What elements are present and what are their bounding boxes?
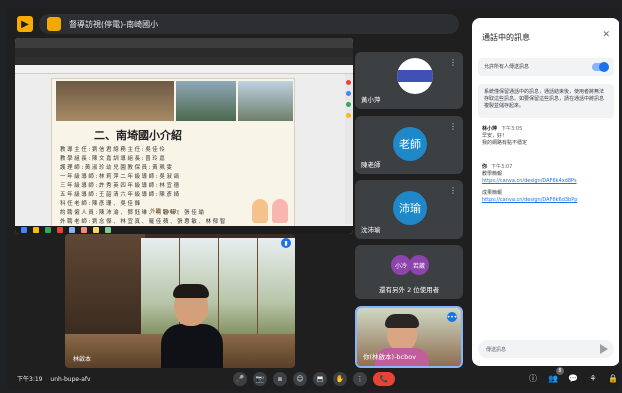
slide-line: 教 導 主 任 : 劉 信 君 總 務 主 任 : 吳 佳 伶 xyxy=(60,147,165,153)
slide-line: 約 聘 僱 人 員 : 陳 沛 渝 、 鄧 鈺 琳 、 柯 碧 茹 、 張 佳 … xyxy=(60,210,204,216)
participant-tile[interactable]: ⋮ 黃小萍 xyxy=(355,52,463,109)
meeting-title: 督導訪視(停電)-南崎國小 xyxy=(69,19,159,29)
participant-avatar: 若葳 xyxy=(409,255,429,275)
side-controls: ⓘ 👥 💬 ⚘ 🔒 xyxy=(527,372,619,384)
slide-sign: 外籍 Sandy xyxy=(150,209,180,215)
present-button[interactable]: ⬒ xyxy=(313,372,327,386)
self-view-tile[interactable]: ••• 你(林啟本)-bcbov xyxy=(355,306,463,368)
slide-heading: 二、南埼國小介紹 xyxy=(94,129,182,142)
pdf-toolbar xyxy=(15,65,353,74)
message-sender: 你 xyxy=(482,164,488,170)
message-text: 早安，好！ xyxy=(482,133,508,139)
meeting-info: 下午3:19 unh-bupe-afv xyxy=(17,374,91,383)
allow-messages-toggle[interactable] xyxy=(592,62,609,72)
participant-name: 沈沛瑜 xyxy=(361,226,381,234)
participant-avatar: 老師 xyxy=(393,127,427,161)
call-controls: 🎤 📷 ⧈ ☺ ⬒ ✋ ⋮ 📞 xyxy=(233,372,395,386)
participant-name: 你(林啟本)-bcbov xyxy=(363,353,417,361)
chat-message: 你下午3:07 教學簡報 https://canva.cn/design/DAF… xyxy=(482,164,612,185)
meeting-details-icon[interactable]: ⓘ xyxy=(527,372,539,384)
message-text: 成果簡報 xyxy=(482,190,503,196)
more-options-icon[interactable]: ⋮ xyxy=(449,186,457,195)
message-text: 我的網路有點不穩定 xyxy=(482,140,528,146)
message-time: 下午3:05 xyxy=(501,126,523,132)
more-options-icon[interactable]: ••• xyxy=(447,312,457,322)
slide-line: 教 學 組 長 : 陳 文 嘉 訓 導 組 長 : 曾 玲 嘉 xyxy=(60,156,165,162)
meet-app: ▶ 督導訪視(停電)-南崎國小 二、南埼國小介紹 教 導 主 任 : 劉 信 君… xyxy=(0,0,622,393)
slide-line: 一 年 級 導 師 : 林 莉 萍 二 年 級 導 師 : 吳 淑 鴿 xyxy=(60,174,180,180)
participant-avatar: 小冷 xyxy=(391,255,411,275)
browser-tabbar xyxy=(15,38,353,48)
more-options-icon[interactable]: ⋮ xyxy=(449,122,457,131)
message-time: 下午3:07 xyxy=(491,164,513,170)
people-count-badge: 8 xyxy=(556,367,564,375)
slide-line: 五 年 級 導 師 : 王 韶 清 六 年 級 導 師 : 陳 彥 綺 xyxy=(60,192,180,198)
participant-name: 陳老師 xyxy=(361,161,381,169)
presentation-slide: 二、南埼國小介紹 教 導 主 任 : 劉 信 君 總 務 主 任 : 吳 佳 伶… xyxy=(51,78,295,228)
panel-title: 通話中的訊息 xyxy=(482,33,530,42)
reactions-button[interactable]: ☺ xyxy=(293,372,307,386)
slide-photo-school xyxy=(56,81,174,121)
chat-message: 成果簡報 https://canva.cn/design/DAF6k6d3bPp xyxy=(482,190,612,204)
pdf-side-toolbar xyxy=(345,74,353,224)
more-options-icon[interactable]: ⋮ xyxy=(449,58,457,67)
chat-notice: 系統僅保留通話中的訊息，通話結束後，使用者將無法存取這些訊息。如要保留這些訊息，… xyxy=(478,84,614,118)
chat-panel: 通話中的訊息 ✕ 允許所有人傳送訊息 系統僅保留通話中的訊息，通話結束後，使用者… xyxy=(472,18,619,366)
camera-button[interactable]: 📷 xyxy=(253,372,267,386)
end-call-button[interactable]: 📞 xyxy=(373,372,395,386)
participant-tile[interactable]: 沛瑜 ⋮ 沈沛瑜 xyxy=(355,180,463,239)
message-input-placeholder: 傳送訊息 xyxy=(486,347,507,353)
meet-home-icon[interactable]: ▶ xyxy=(17,16,33,32)
message-link[interactable]: https://canva.cn/design/DAF6k6d3bPp xyxy=(482,197,612,204)
participant-tile-group[interactable]: 小冷 若葳 還有另外 2 位使用者 xyxy=(355,245,463,299)
slide-line: 科 任 老 師 : 陳 彥 珊 、 吳 佳 鋒 xyxy=(60,201,140,207)
windows-taskbar xyxy=(15,226,353,234)
meet-window: ▶ 督導訪視(停電)-南崎國小 二、南埼國小介紹 教 導 主 任 : 劉 信 君… xyxy=(7,8,619,390)
participant-tile[interactable]: 老師 ⋮ 陳老師 xyxy=(355,116,463,174)
slide-line: 外 聘 老 師 : 劉 念 傑 、 林 宜 真 、 羅 佳 蘋 、 張 惠 敏 … xyxy=(60,219,226,225)
participant-name: 黃小萍 xyxy=(361,96,381,104)
participant-avatar: 沛瑜 xyxy=(393,191,427,225)
captions-button[interactable]: ⧈ xyxy=(273,372,287,386)
browser-urlbar xyxy=(15,48,353,57)
slide-photo-garden xyxy=(176,81,236,121)
raise-hand-button[interactable]: ✋ xyxy=(333,372,347,386)
send-icon[interactable] xyxy=(600,344,608,354)
speaker-video xyxy=(161,284,223,368)
participant-name: 林啟本 xyxy=(73,356,92,363)
speaking-indicator-icon: ▮ xyxy=(281,238,291,248)
participant-avatar xyxy=(397,58,433,94)
microphone-button[interactable]: 🎤 xyxy=(233,372,247,386)
meeting-code: unh-bupe-afv xyxy=(50,376,91,383)
clock-time: 下午3:19 xyxy=(17,376,43,383)
slide-kids-illustration xyxy=(250,191,290,223)
meeting-title-bar: 督導訪視(停電)-南崎國小 xyxy=(39,14,459,34)
participant-name: 還有另外 2 位使用者 xyxy=(379,286,440,294)
shared-screen: 二、南埼國小介紹 教 導 主 任 : 劉 信 君 總 務 主 任 : 吳 佳 伶… xyxy=(15,38,353,234)
bookmarks-bar xyxy=(15,57,353,65)
slide-photo-building xyxy=(238,81,293,121)
share-screen-icon xyxy=(47,17,61,31)
close-icon[interactable]: ✕ xyxy=(602,30,610,40)
chat-message: 林小萍 下午3:05 早安，好！ 我的網路有點不穩定 xyxy=(482,126,612,147)
message-text: 教學簡報 xyxy=(482,171,503,177)
message-input[interactable]: 傳送訊息 xyxy=(478,340,614,358)
more-options-button[interactable]: ⋮ xyxy=(353,372,367,386)
host-controls-icon[interactable]: 🔒 xyxy=(607,372,619,384)
activities-icon[interactable]: ⚘ xyxy=(587,372,599,384)
message-sender: 林小萍 xyxy=(482,126,498,132)
slide-line: 護 理 師 : 黃 淑 珍 幼 兒 園 教 保 員 : 黃 珮 雯 xyxy=(60,165,172,171)
toggle-label: 允許所有人傳送訊息 xyxy=(484,64,530,70)
slide-line: 三 年 級 導 師 : 許 秀 英 四 年 級 導 師 : 林 宜 德 xyxy=(60,183,180,189)
message-link[interactable]: https://canva.cn/design/DAF6k4xd8Ps xyxy=(482,178,612,185)
chat-icon[interactable]: 💬 xyxy=(567,372,579,384)
main-camera-tile[interactable]: ▮ 林啟本 xyxy=(65,234,295,368)
allow-messages-setting: 允許所有人傳送訊息 xyxy=(478,58,614,76)
